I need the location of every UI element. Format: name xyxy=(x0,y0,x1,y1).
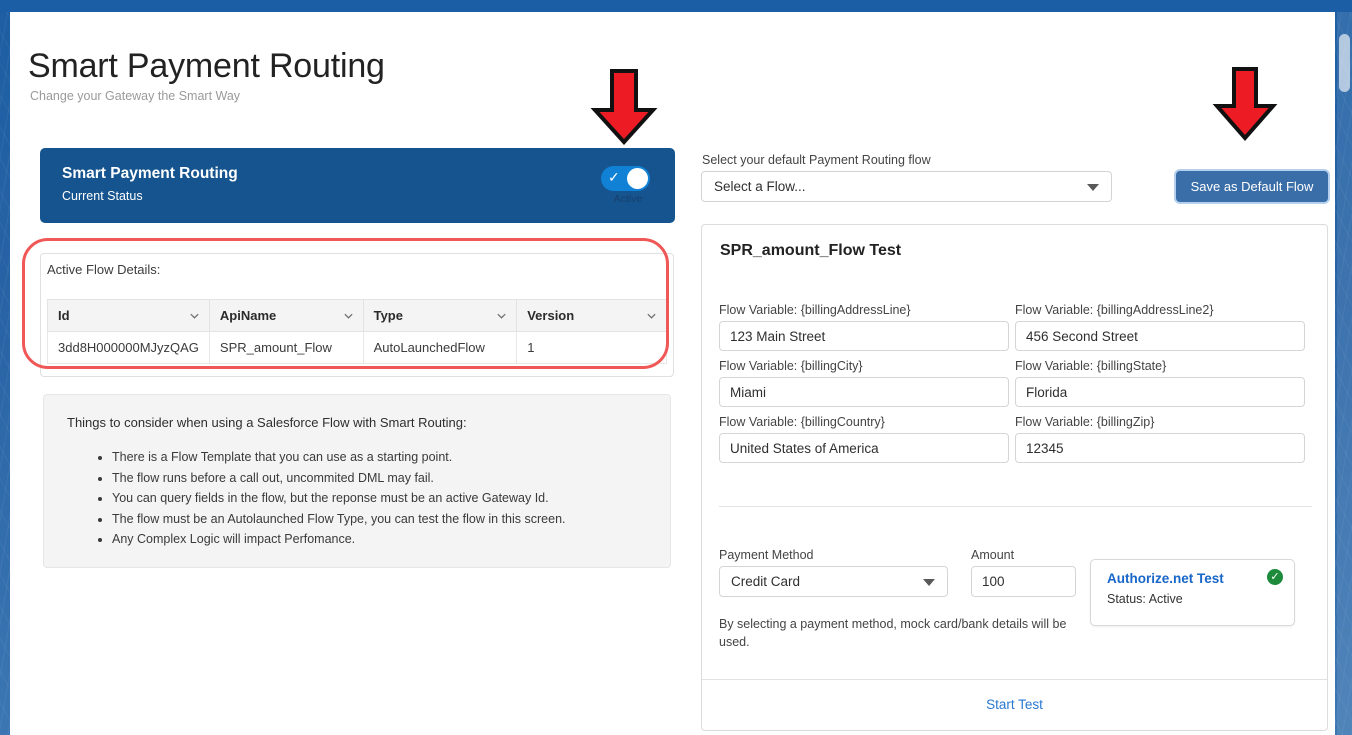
active-flow-table: Id ApiName Type Version xyxy=(47,299,667,364)
cell-id: 3dd8H000000MJyzQAG xyxy=(48,332,210,364)
list-item: Any Complex Logic will impact Perfomance… xyxy=(112,532,566,546)
flow-select-label: Select your default Payment Routing flow xyxy=(702,153,931,167)
field-billing-address-line2: Flow Variable: {billingAddressLine2} xyxy=(1015,303,1305,351)
payment-method-group: Payment Method Credit Card xyxy=(719,548,948,597)
list-item: You can query fields in the flow, but th… xyxy=(112,491,566,505)
field-billing-address-line: Flow Variable: {billingAddressLine} xyxy=(719,303,1009,351)
column-header-id[interactable]: Id xyxy=(48,300,210,332)
check-icon: ✓ xyxy=(608,170,622,184)
billing-address-line-input[interactable] xyxy=(719,321,1009,351)
chevron-down-icon xyxy=(189,310,200,321)
gateway-status: Status: Active xyxy=(1107,592,1183,606)
test-panel-footer-divider xyxy=(702,679,1327,680)
gateway-card[interactable]: Authorize.net Test Status: Active ✓ xyxy=(1090,559,1295,626)
considerations-title: Things to consider when using a Salesfor… xyxy=(67,415,467,430)
cell-apiname: SPR_amount_Flow xyxy=(209,332,363,364)
chevron-down-icon xyxy=(496,310,507,321)
page-subtitle: Change your Gateway the Smart Way xyxy=(30,89,240,103)
column-header-apiname-label: ApiName xyxy=(220,308,276,323)
column-header-id-label: Id xyxy=(58,308,70,323)
considerations-list: There is a Flow Template that you can us… xyxy=(84,450,566,553)
gateway-name: Authorize.net Test xyxy=(1107,571,1224,586)
table-header-row: Id ApiName Type Version xyxy=(48,300,667,332)
billing-zip-input[interactable] xyxy=(1015,433,1305,463)
smart-routing-toggle[interactable]: ✓ xyxy=(601,166,650,191)
default-flow-select-value: Select a Flow... xyxy=(714,179,806,194)
billing-state-input[interactable] xyxy=(1015,377,1305,407)
amount-input[interactable] xyxy=(971,566,1076,597)
active-flow-details-card: Active Flow Details: Id ApiName Type xyxy=(40,253,674,377)
list-item: The flow must be an Autolaunched Flow Ty… xyxy=(112,512,566,526)
check-circle-icon: ✓ xyxy=(1267,569,1283,585)
field-label: Flow Variable: {billingAddressLine2} xyxy=(1015,303,1305,317)
field-billing-country: Flow Variable: {billingCountry} xyxy=(719,415,1009,463)
field-billing-city: Flow Variable: {billingCity} xyxy=(719,359,1009,407)
active-flow-details-label: Active Flow Details: xyxy=(47,262,160,277)
cell-type: AutoLaunchedFlow xyxy=(363,332,517,364)
table-row[interactable]: 3dd8H000000MJyzQAG SPR_amount_Flow AutoL… xyxy=(48,332,667,364)
page-title: Smart Payment Routing xyxy=(28,45,385,87)
field-billing-state: Flow Variable: {billingState} xyxy=(1015,359,1305,407)
field-label: Flow Variable: {billingCountry} xyxy=(719,415,1009,429)
flow-test-panel-title: SPR_amount_Flow Test xyxy=(720,242,901,260)
payment-method-value: Credit Card xyxy=(731,574,800,589)
status-banner-title: Smart Payment Routing xyxy=(62,165,238,183)
app-content-surface: Smart Payment Routing Change your Gatewa… xyxy=(10,12,1335,735)
amount-group: Amount xyxy=(971,548,1076,597)
column-header-version[interactable]: Version xyxy=(517,300,667,332)
default-flow-select[interactable]: Select a Flow... xyxy=(701,171,1112,202)
field-label: Flow Variable: {billingCity} xyxy=(719,359,1009,373)
payment-method-label: Payment Method xyxy=(719,548,948,562)
top-blue-bar xyxy=(0,0,1352,12)
vertical-scrollbar-thumb[interactable] xyxy=(1339,34,1350,92)
billing-city-input[interactable] xyxy=(719,377,1009,407)
chevron-down-icon xyxy=(646,310,657,321)
status-banner-subtitle: Current Status xyxy=(62,189,143,203)
payment-method-note: By selecting a payment method, mock card… xyxy=(719,615,1069,651)
toggle-state-label: Active xyxy=(601,193,655,205)
billing-address-line2-input[interactable] xyxy=(1015,321,1305,351)
column-header-type-label: Type xyxy=(374,308,403,323)
column-header-type[interactable]: Type xyxy=(363,300,517,332)
column-header-version-label: Version xyxy=(527,308,574,323)
billing-country-input[interactable] xyxy=(719,433,1009,463)
toggle-knob xyxy=(627,168,648,189)
vertical-scrollbar-track[interactable] xyxy=(1337,12,1352,735)
status-toggle-wrapper: ✓ Active xyxy=(601,166,655,205)
section-divider xyxy=(719,506,1312,507)
chevron-down-icon xyxy=(923,579,935,586)
list-item: The flow runs before a call out, uncommi… xyxy=(112,471,566,485)
flow-test-panel: SPR_amount_Flow Test Flow Variable: {bil… xyxy=(701,224,1328,731)
cell-version: 1 xyxy=(517,332,667,364)
smart-payment-routing-status-banner: Smart Payment Routing Current Status ✓ A… xyxy=(40,148,675,223)
chevron-down-icon xyxy=(343,310,354,321)
field-billing-zip: Flow Variable: {billingZip} xyxy=(1015,415,1305,463)
payment-method-select[interactable]: Credit Card xyxy=(719,566,948,597)
save-as-default-flow-button[interactable]: Save as Default Flow xyxy=(1176,171,1328,202)
chevron-down-icon xyxy=(1087,184,1099,191)
column-header-apiname[interactable]: ApiName xyxy=(209,300,363,332)
list-item: There is a Flow Template that you can us… xyxy=(112,450,566,464)
field-label: Flow Variable: {billingState} xyxy=(1015,359,1305,373)
start-test-link[interactable]: Start Test xyxy=(702,697,1327,712)
field-label: Flow Variable: {billingZip} xyxy=(1015,415,1305,429)
field-label: Flow Variable: {billingAddressLine} xyxy=(719,303,1009,317)
amount-label: Amount xyxy=(971,548,1076,562)
considerations-card: Things to consider when using a Salesfor… xyxy=(43,394,671,568)
